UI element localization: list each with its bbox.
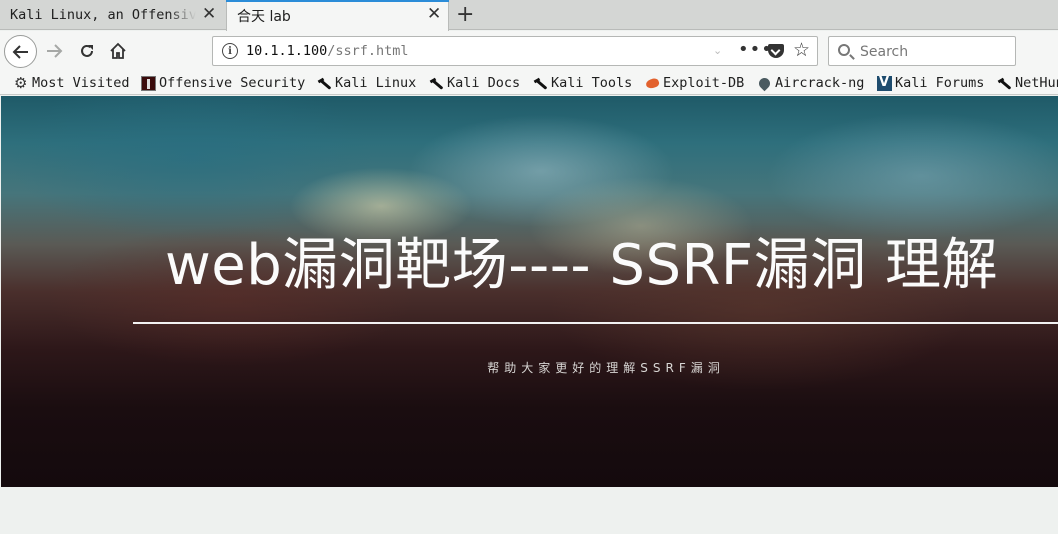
bookmark-label: Aircrack-ng <box>775 75 865 91</box>
bookmark-label: NetHunter <box>1015 75 1058 91</box>
home-icon <box>110 42 126 59</box>
tab-strip: Kali Linux, an Offensive Security ✕ 合天 l… <box>0 0 1058 31</box>
kali-forums-icon <box>877 75 892 91</box>
tab-hetian-lab[interactable]: 合天 lab ✕ <box>226 0 449 31</box>
bookmark-offensive-security[interactable]: Offensive Security <box>141 73 305 93</box>
kali-dragon-icon <box>317 76 332 91</box>
bookmark-label: Exploit-DB <box>663 75 745 91</box>
url-text[interactable]: 10.1.1.100/ssrf.html <box>246 43 409 59</box>
bookmark-kali-linux[interactable]: Kali Linux <box>317 73 416 93</box>
bookmark-most-visited[interactable]: ⚙ Most Visited <box>14 73 130 93</box>
reload-button[interactable] <box>75 39 99 63</box>
search-placeholder: Search <box>860 44 909 60</box>
bookmark-aircrack-ng[interactable]: Aircrack-ng <box>757 73 864 93</box>
pocket-icon[interactable] <box>768 44 784 58</box>
url-path: /ssrf.html <box>327 43 409 59</box>
bookmark-star-icon[interactable]: ☆ <box>793 39 810 61</box>
offsec-icon <box>141 75 156 91</box>
page-subtitle: 帮助大家更好的理解SSRF漏洞 <box>487 361 725 375</box>
tab-kali-linux[interactable]: Kali Linux, an Offensive Security ✕ <box>0 0 225 30</box>
page-content: web漏洞靶场---- SSRF漏洞 理解 帮助大家更好的理解SSRF漏洞 <box>0 96 1058 534</box>
kali-dragon-icon <box>429 76 444 91</box>
kali-dragon-icon <box>997 76 1012 91</box>
arrow-left-icon <box>12 44 28 59</box>
bookmark-label: Offensive Security <box>159 75 306 91</box>
bookmark-kali-tools[interactable]: Kali Tools <box>533 73 632 93</box>
tab-title: 合天 lab <box>237 8 291 25</box>
title-divider <box>133 322 1058 324</box>
aircrack-icon <box>757 76 772 91</box>
navigation-toolbar: i 10.1.1.100/ssrf.html ⌄ ••• ☆ Search <box>0 31 1058 71</box>
exploit-db-icon <box>645 76 660 91</box>
home-button[interactable] <box>106 39 130 63</box>
bookmark-nethunter[interactable]: NetHunter <box>997 73 1058 93</box>
back-button[interactable] <box>4 35 37 68</box>
page-title: web漏洞靶场---- SSRF漏洞 理解 <box>165 233 998 298</box>
url-host: 10.1.1.100 <box>246 43 328 59</box>
new-tab-button[interactable]: + <box>456 2 474 27</box>
tab-title: Kali Linux, an Offensive Security <box>10 7 196 23</box>
bookmarks-toolbar: ⚙ Most Visited Offensive Security Kali L… <box>0 71 1058 95</box>
close-icon[interactable]: ✕ <box>202 6 216 23</box>
bookmark-label: Kali Linux <box>335 75 417 91</box>
kali-dragon-icon <box>533 76 548 91</box>
bookmark-label: Kali Tools <box>551 75 633 91</box>
url-bar[interactable]: i 10.1.1.100/ssrf.html ⌄ ••• ☆ <box>212 36 818 66</box>
reload-icon <box>81 44 93 57</box>
hero-banner: web漏洞靶场---- SSRF漏洞 理解 帮助大家更好的理解SSRF漏洞 <box>1 96 1058 487</box>
bookmark-kali-docs[interactable]: Kali Docs <box>429 73 520 93</box>
forward-button[interactable] <box>42 39 66 63</box>
bookmark-label: Kali Docs <box>447 75 521 91</box>
chevron-down-icon[interactable]: ⌄ <box>713 44 722 57</box>
close-icon[interactable]: ✕ <box>427 6 441 23</box>
gear-icon: ⚙ <box>14 73 28 92</box>
bookmark-label: Kali Forums <box>895 75 985 91</box>
bookmark-label: Most Visited <box>32 75 130 91</box>
info-icon[interactable]: i <box>222 43 238 59</box>
bookmark-exploit-db[interactable]: Exploit-DB <box>645 73 744 93</box>
search-input[interactable]: Search <box>828 36 1016 66</box>
search-icon <box>838 44 850 56</box>
arrow-right-icon <box>47 44 63 58</box>
bookmark-kali-forums[interactable]: Kali Forums <box>877 73 984 93</box>
